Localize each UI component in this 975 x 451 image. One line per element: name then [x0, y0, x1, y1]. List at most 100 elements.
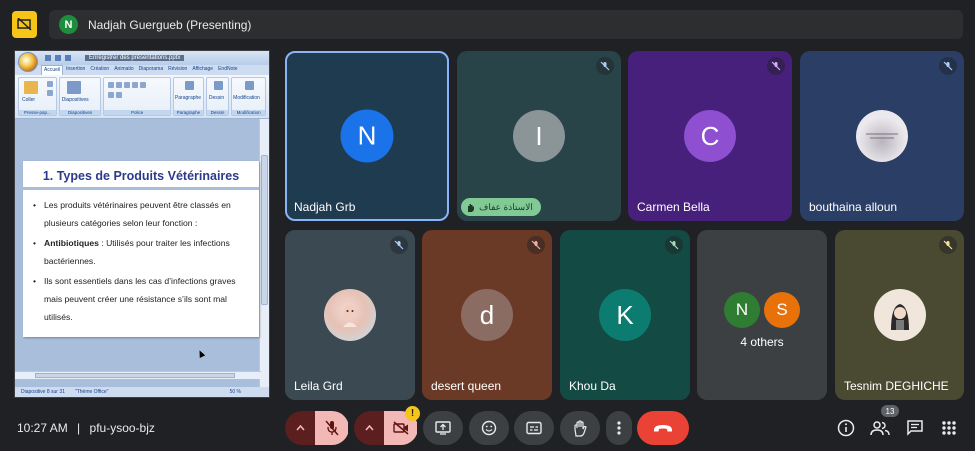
paste-icon	[24, 81, 38, 94]
participant-tile[interactable]: K Khou Da	[560, 230, 690, 400]
people-icon	[870, 421, 890, 436]
ribbon-group-label: Dessin	[206, 110, 229, 115]
participant-tile[interactable]: N Nadjah Grb	[285, 51, 449, 221]
raised-hand-icon	[468, 203, 474, 212]
participant-name: Khou Da	[569, 379, 616, 393]
people-button[interactable]	[869, 417, 891, 439]
separator: |	[77, 421, 81, 435]
avatar-photo	[324, 289, 376, 341]
slide-title: 1. Types de Produits Vétérinaires	[42, 169, 240, 183]
present-screen-button[interactable]	[423, 411, 463, 445]
chevron-up-icon	[364, 425, 374, 431]
edit-label: Modification	[233, 95, 260, 101]
underline-icon	[124, 82, 131, 88]
find-icon	[245, 81, 255, 90]
presentation-off-icon[interactable]	[12, 11, 37, 38]
participant-tile[interactable]: I الاستاذة عفاف	[457, 51, 621, 221]
activities-button[interactable]	[938, 417, 960, 439]
ppt-status-bar: Diapositive 8 sur 31 "Thème Office" 50 %	[15, 387, 269, 397]
avatar-photo	[873, 289, 926, 341]
mic-off-icon	[527, 236, 545, 254]
new-slide-icon	[66, 81, 81, 94]
slide-bullet: Ils sont essentiels dans les cas d’infec…	[33, 272, 249, 326]
ppt-window-title: Enregistrer des présentations.pptx	[85, 55, 185, 61]
meeting-code: pfu-ysoo-bjz	[89, 421, 155, 435]
mic-toggle-button[interactable]	[315, 411, 348, 445]
meeting-details-button[interactable]	[835, 417, 857, 439]
people-count-badge: 13	[881, 405, 899, 417]
strike-icon	[132, 82, 139, 88]
ribbon-group-edit: Modification Modification	[231, 77, 266, 116]
leave-call-button[interactable]	[637, 411, 689, 445]
cut-icon	[47, 81, 53, 87]
ribbon-tab: Révision	[168, 66, 188, 72]
slide-bullets: Les produits vétérinaires peuvent être c…	[23, 190, 259, 326]
mic-off-icon	[767, 57, 785, 75]
ribbon-group-label: Paragraphe	[173, 110, 203, 115]
ribbon-tabs: Accueil Insertion Création Animatio Diap…	[15, 65, 269, 75]
participant-tile[interactable]: Leila Grd	[285, 230, 415, 400]
shared-screen: Enregistrer des présentations.pptx Accue…	[14, 50, 270, 398]
raise-hand-button[interactable]	[560, 411, 600, 445]
avatar-photo	[856, 110, 908, 162]
undo-icon	[55, 55, 61, 61]
shadow-icon	[140, 82, 147, 88]
captions-button[interactable]	[514, 411, 554, 445]
ribbon-tab: EndNote	[218, 66, 238, 72]
theme-name: "Thème Office"	[74, 389, 109, 395]
avatar: S	[764, 291, 800, 328]
presenter-banner: N Nadjah Guergueb (Presenting)	[49, 10, 963, 39]
participant-tile[interactable]: d desert queen	[422, 230, 552, 400]
others-tile[interactable]: N S 4 others	[697, 230, 827, 400]
chat-button[interactable]	[904, 417, 926, 439]
paragraph-icon	[184, 81, 194, 90]
slides-label: Diapositives	[61, 97, 89, 103]
clock: 10:27 AM	[17, 421, 68, 435]
camera-options-button[interactable]	[354, 411, 384, 445]
participant-name: الاستاذة عفاف	[479, 201, 533, 212]
participant-tile[interactable]: bouthaina alloun	[800, 51, 964, 221]
slide: 1. Types de Produits Vétérinaires Les pr…	[23, 161, 259, 337]
camera-warning-badge: !	[405, 406, 420, 421]
italic-icon	[116, 82, 123, 88]
ribbon-tab: Accueil	[41, 65, 64, 75]
more-options-button[interactable]	[606, 411, 632, 445]
ribbon-group-draw: Dessin Dessin	[205, 77, 230, 116]
mic-control	[285, 411, 349, 445]
ribbon-tab: Affichage	[192, 66, 214, 72]
mic-options-button[interactable]	[285, 411, 315, 445]
font-size-icon	[116, 92, 123, 98]
info-icon	[837, 419, 855, 437]
draw-label: Dessin	[208, 95, 225, 101]
captions-icon	[526, 421, 542, 435]
chevron-up-icon	[295, 425, 305, 431]
ribbon-tab: Insertion	[66, 66, 86, 72]
shapes-icon	[213, 81, 223, 90]
mic-off-icon	[665, 236, 683, 254]
avatar: C	[684, 110, 736, 162]
ribbon-group-slides: Diapositives Diapositives	[58, 77, 102, 116]
ribbon-group-label: Presse-pap...	[19, 110, 56, 115]
ppt-title-bar: Enregistrer des présentations.pptx	[15, 51, 269, 65]
avatar: N	[724, 291, 760, 328]
mic-off-icon	[939, 57, 957, 75]
redo-icon	[65, 55, 71, 61]
mic-off-icon	[390, 236, 408, 254]
slide-bullet: Les produits vétérinaires peuvent être c…	[33, 196, 249, 232]
reactions-button[interactable]	[469, 411, 509, 445]
others-count-label: 4 others	[740, 335, 784, 349]
apps-grid-icon	[942, 421, 956, 435]
ribbon-group-clipboard: Coller Presse-pap...	[18, 77, 57, 116]
participant-tile[interactable]: C Carmen Bella	[628, 51, 792, 221]
presenter-avatar: N	[59, 15, 78, 34]
more-vert-icon	[617, 421, 621, 435]
ribbon-group-label: Modification	[232, 110, 265, 115]
participant-name: bouthaina alloun	[809, 200, 898, 214]
mic-off-icon	[596, 57, 614, 75]
avatar: d	[461, 289, 513, 341]
participant-tile[interactable]: Tesnim DEGHICHE	[835, 230, 964, 400]
raise-hand-icon	[574, 419, 587, 437]
ribbon-group-label: Police	[104, 110, 170, 115]
others-avatars: N S	[724, 291, 800, 328]
save-icon	[45, 55, 51, 61]
